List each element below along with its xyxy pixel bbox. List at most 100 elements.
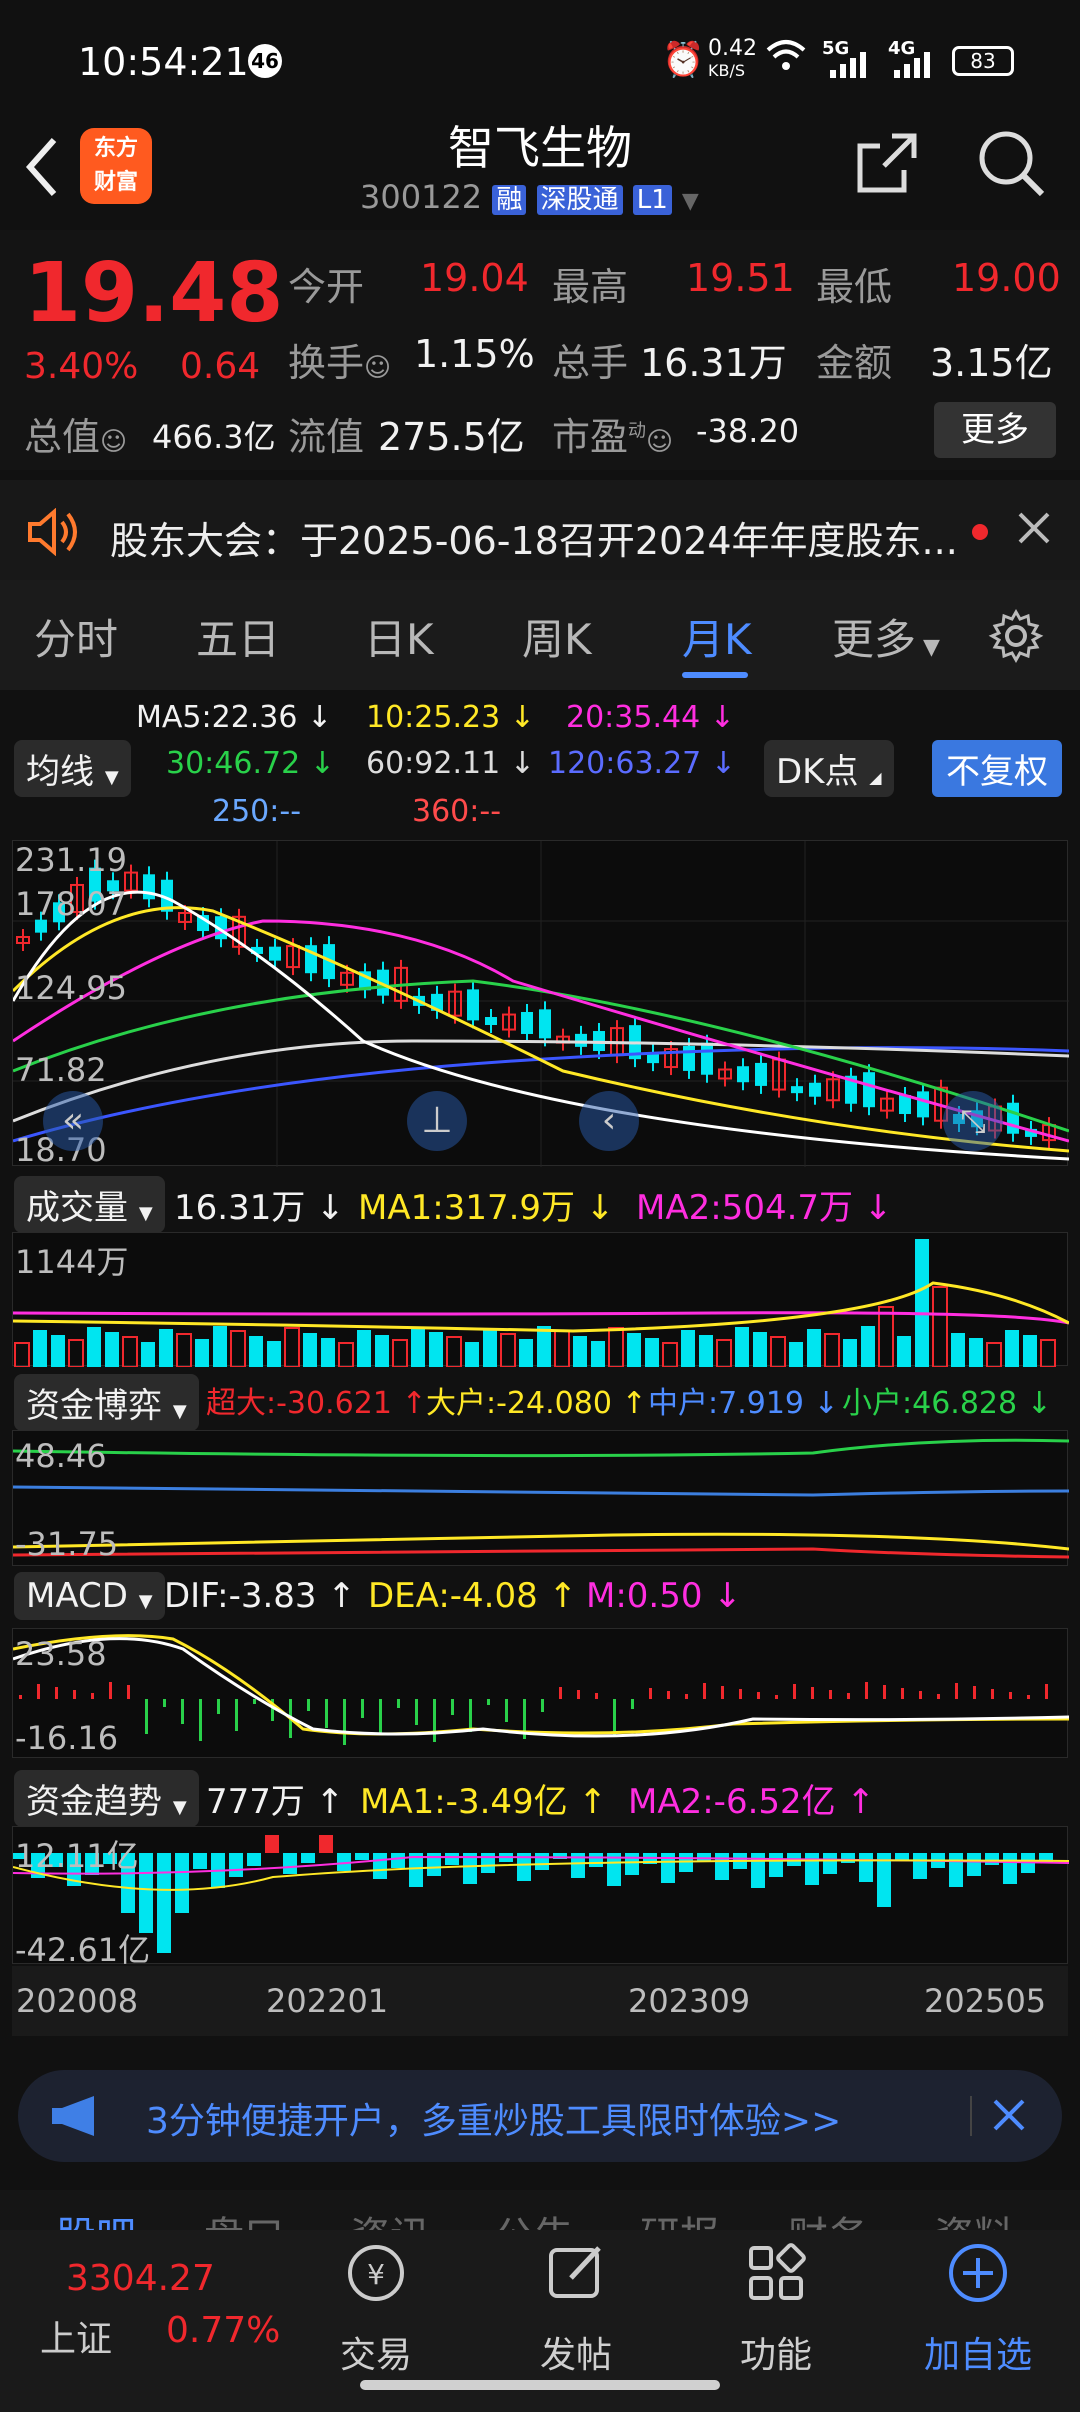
nav-trade[interactable]: ¥ 交易 (296, 2230, 456, 2400)
tab-weekly-k[interactable]: 周K (522, 606, 592, 667)
rewind-icon[interactable]: « (43, 1091, 103, 1151)
float-value: 275.5亿 (378, 415, 525, 459)
macd-legend: MACD ▼ DIF:-3.83 ↑ DEA:-4.08 ↑ M:0.50 ↓ (14, 1572, 1070, 1624)
volume-bar (753, 1332, 767, 1367)
ma20-value: 20:35.44 ↓ (566, 700, 735, 735)
volume-bar (500, 1333, 516, 1367)
macd-bar (397, 1699, 400, 1708)
macd-bar (847, 1693, 850, 1699)
capital-mid: 中户:7.919 ↓ (648, 1386, 839, 1421)
volume-dropdown[interactable]: 成交量 ▼ (14, 1176, 165, 1233)
alarm-icon: ⏰ (662, 40, 705, 80)
trend-bar (481, 1853, 495, 1873)
cursor-icon[interactable]: ⊥ (407, 1091, 467, 1151)
index-ticker[interactable]: 3304.27 上证 0.77% (0, 2230, 280, 2390)
tab-daily-k[interactable]: 日K (364, 606, 434, 667)
notification-count-badge: 46 (248, 44, 282, 78)
banner-close-icon[interactable] (992, 2098, 1026, 2136)
volume-bar (554, 1330, 570, 1367)
macd-bar (541, 1699, 544, 1712)
candle-body (809, 1082, 821, 1097)
home-indicator (360, 2380, 720, 2390)
capital-dropdown[interactable]: 资金博弈 ▼ (14, 1374, 199, 1431)
sub-tab-profile[interactable]: 资料 (934, 2204, 1014, 2230)
macd-bar (613, 1699, 616, 1736)
sub-tab-finance[interactable]: 财务 (788, 2204, 868, 2230)
volume-bar (573, 1336, 587, 1367)
volume-bar (627, 1333, 641, 1367)
macd-dropdown[interactable]: MACD ▼ (14, 1572, 165, 1620)
macd-bar (361, 1699, 364, 1718)
macd-bar (991, 1689, 994, 1699)
settings-gear-icon[interactable] (988, 608, 1044, 668)
volume-ma1: MA1:317.9万 ↓ (358, 1188, 615, 1228)
close-icon[interactable] (1016, 510, 1052, 550)
trade-icon: ¥ (296, 2240, 456, 2310)
volume-bar (51, 1335, 65, 1367)
sub-tab-research[interactable]: 研报 (640, 2204, 720, 2230)
ma10-value: 10:25.23 ↓ (366, 700, 535, 735)
candle-body (539, 1009, 551, 1039)
volume-bar (897, 1336, 911, 1367)
volume-bar (284, 1327, 300, 1367)
nav-post[interactable]: 发帖 (496, 2230, 656, 2400)
open-account-banner[interactable]: 3分钟便捷开户，多重炒股工具限时体验>> (18, 2070, 1062, 2162)
search-icon[interactable] (976, 128, 1046, 202)
speaker-icon (26, 507, 82, 560)
trend-value: 777万 ↑ (206, 1782, 345, 1822)
tab-five-day[interactable]: 五日 (196, 606, 280, 667)
candle-body (791, 1086, 803, 1094)
prev-icon[interactable]: ‹ (579, 1091, 639, 1151)
sub-tab-notices[interactable]: 公告 (494, 2204, 574, 2230)
low-value: 19.00 (952, 256, 1061, 300)
volume-bar (357, 1330, 371, 1367)
open-value: 19.04 (420, 256, 529, 300)
macd-bar (109, 1682, 112, 1699)
volume-bar (375, 1335, 389, 1367)
volume-bar (519, 1339, 533, 1367)
chevron-down-icon[interactable]: ▼ (682, 189, 699, 214)
volume-bar (411, 1327, 425, 1367)
nav-functions[interactable]: 功能 (696, 2230, 856, 2400)
stock-code: 300122 (360, 178, 483, 216)
dk-point-button[interactable]: DK点 ◢ (764, 740, 894, 797)
volume-ma2: MA2:504.7万 ↓ (636, 1188, 893, 1228)
more-button[interactable]: 更多 (934, 402, 1056, 458)
sub-tab-news[interactable]: 资讯 (350, 2204, 430, 2230)
macd-bar (937, 1694, 940, 1699)
volume-bar (141, 1342, 155, 1367)
pe-value: -38.20 (696, 412, 800, 450)
ma-indicator-dropdown[interactable]: 均线 ▼ (14, 740, 131, 797)
trend-bar (319, 1835, 333, 1853)
nav-add-watchlist[interactable]: 加自选 (898, 2230, 1058, 2400)
open-label: 今开 (288, 265, 365, 309)
volume-svg (13, 1239, 1069, 1367)
tab-intraday[interactable]: 分时 (34, 606, 118, 667)
macd-bar (1045, 1684, 1048, 1699)
trend-ymax: 12.11亿 (15, 1837, 139, 1875)
ma60-value: 60:92.11 ↓ (366, 746, 535, 781)
kline-chart[interactable]: 231.19 178.07 124.95 71.82 18.70 « ⊥ ‹ ⤡ (12, 840, 1069, 1169)
wifi-icon (766, 38, 806, 83)
candle-body (485, 1017, 497, 1026)
volume-bar (735, 1327, 749, 1367)
share-icon[interactable] (854, 130, 920, 200)
tab-monthly-k[interactable]: 月K (682, 606, 752, 667)
macd-bar (343, 1699, 346, 1745)
market-cap-label: 总值☺ (24, 415, 128, 459)
trend-svg (13, 1835, 1069, 1953)
sub-tab-forum[interactable]: 股吧 (56, 2204, 136, 2230)
macd-svg (13, 1634, 1069, 1745)
trend-dropdown[interactable]: 资金趋势 ▼ (14, 1770, 199, 1827)
macd-bar (451, 1699, 454, 1715)
zoom-icon[interactable]: ⤡ (943, 1091, 1003, 1151)
macd-bar (883, 1685, 886, 1699)
volume-bar (915, 1239, 929, 1367)
notice-bar[interactable]: 股东大会：于2025-06-18召开2024年年度股东... (0, 480, 1080, 580)
tab-more[interactable]: 更多 ▼ (832, 606, 940, 667)
sub-tab-orderbook[interactable]: 盘口 (204, 2204, 284, 2230)
no-adjust-button[interactable]: 不复权 (932, 740, 1062, 797)
trend-bar (445, 1853, 459, 1865)
macd-bar (73, 1690, 76, 1699)
trend-bar (193, 1853, 207, 1869)
